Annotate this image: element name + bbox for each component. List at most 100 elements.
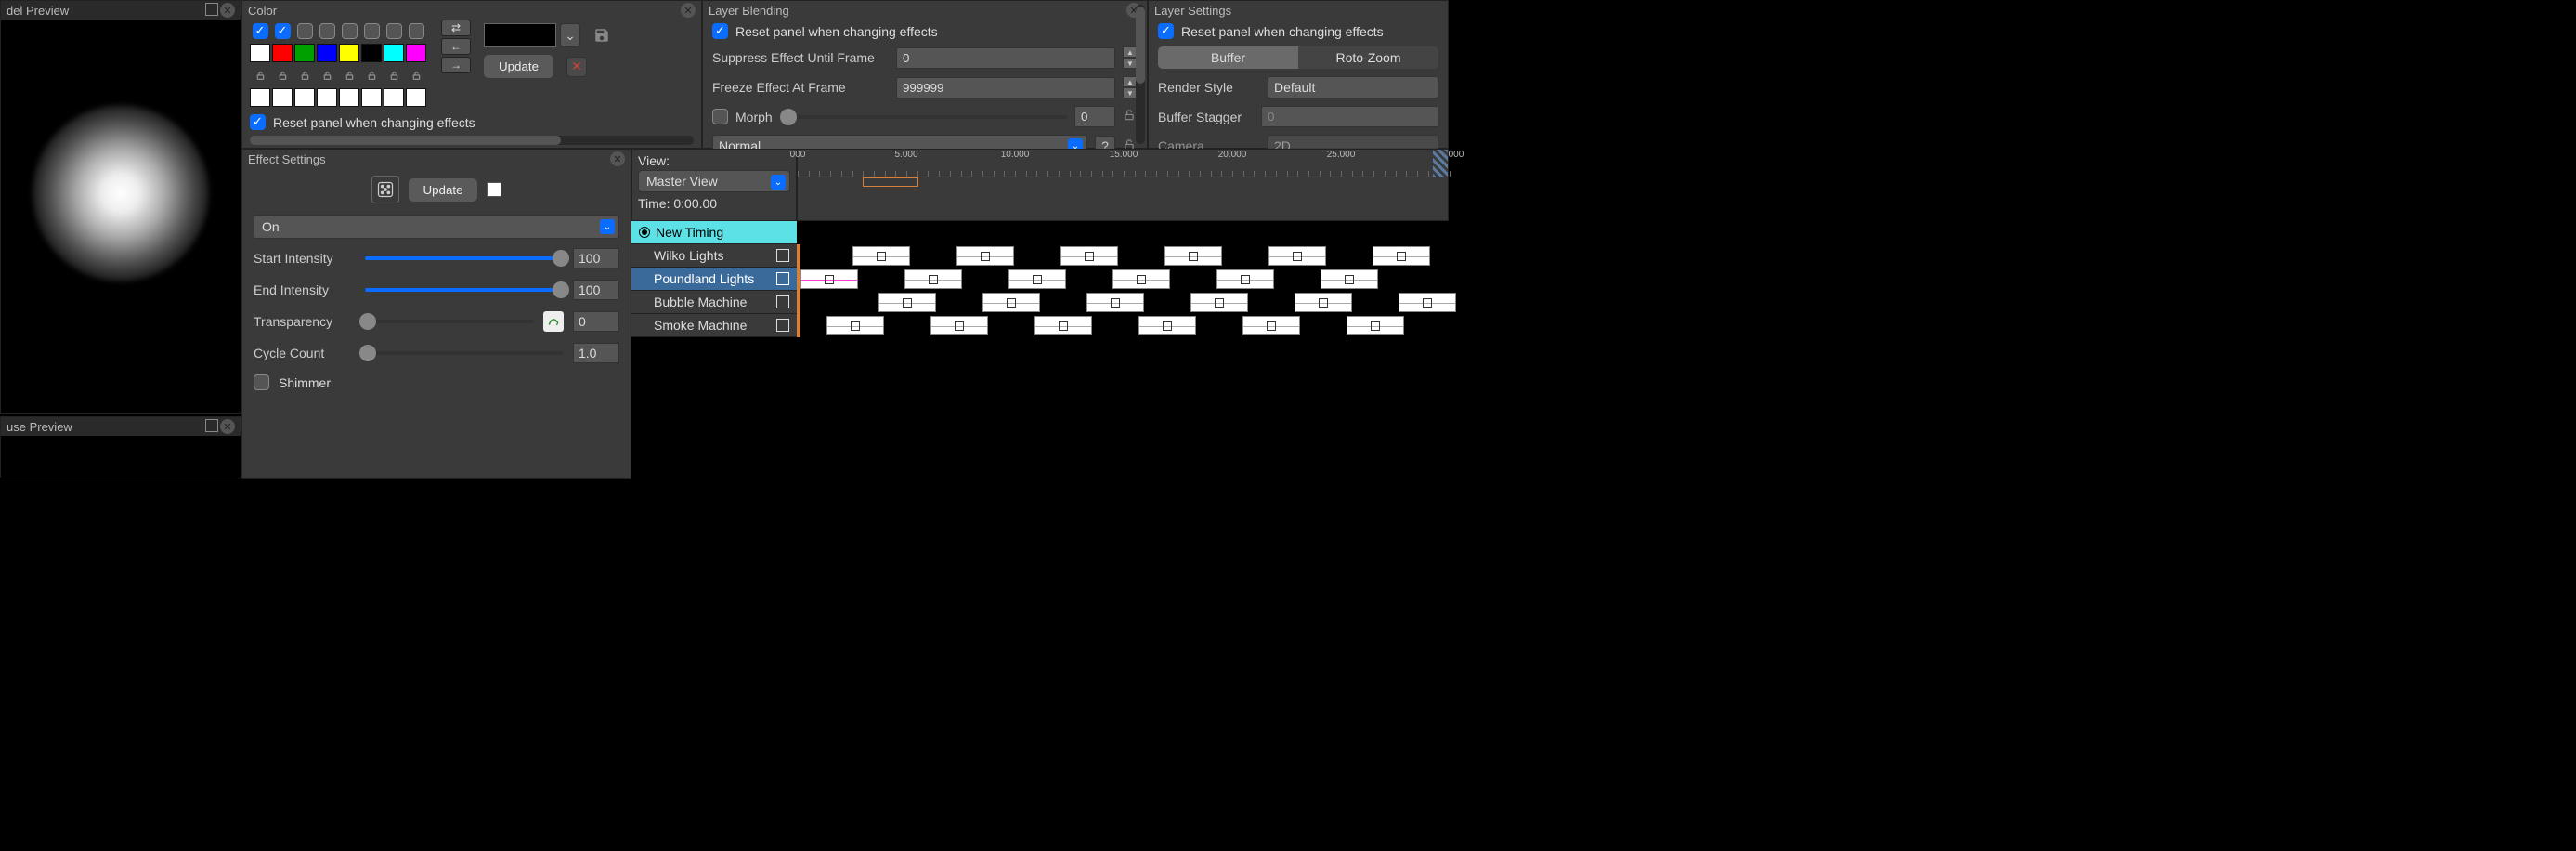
color-swatch-4[interactable]: [339, 44, 359, 62]
effect-clip[interactable]: [1321, 269, 1378, 289]
color-enable-checkbox-6[interactable]: [386, 23, 402, 39]
color-hex-input[interactable]: [484, 23, 556, 47]
color-swatch-6[interactable]: [384, 44, 404, 62]
effect-clip[interactable]: [956, 246, 1014, 266]
link-curve-icon[interactable]: [543, 311, 564, 332]
track-color-swatch[interactable]: [776, 295, 789, 308]
color-swatch-alt-3[interactable]: [317, 88, 337, 107]
cycle-count-value[interactable]: 1.0: [573, 343, 619, 363]
effect-clip[interactable]: [982, 293, 1040, 312]
lock-icon[interactable]: [384, 66, 404, 85]
effect-clip[interactable]: [878, 293, 936, 312]
color-swatch-5[interactable]: [361, 44, 382, 62]
effect-clip[interactable]: [930, 316, 988, 335]
start-intensity-value[interactable]: 100: [573, 248, 619, 268]
transparency-slider[interactable]: [365, 320, 534, 323]
tab-buffer[interactable]: Buffer: [1158, 46, 1298, 69]
effect-clip[interactable]: [852, 246, 910, 266]
color-update-button[interactable]: Update: [484, 55, 553, 78]
track-color-swatch[interactable]: [776, 249, 789, 262]
effect-clip[interactable]: [1216, 269, 1274, 289]
timeline-tracks[interactable]: New TimingWilko LightsPoundland LightsBu…: [631, 221, 1449, 479]
track-label-wilko lights[interactable]: Wilko Lights: [631, 244, 797, 268]
sequence-end-marker[interactable]: [1433, 150, 1448, 177]
restore-icon[interactable]: [205, 3, 218, 16]
lock-icon[interactable]: [361, 66, 382, 85]
lock-icon[interactable]: [317, 66, 337, 85]
effect-clip[interactable]: [1138, 316, 1196, 335]
lock-icon[interactable]: [294, 66, 315, 85]
track-label-smoke machine[interactable]: Smoke Machine: [631, 314, 797, 337]
morph-value-input[interactable]: [1074, 106, 1115, 127]
effect-update-button[interactable]: Update: [409, 178, 478, 202]
close-icon[interactable]: ✕: [610, 151, 625, 166]
effect-clip[interactable]: [1086, 293, 1144, 312]
effect-clip[interactable]: [1008, 269, 1066, 289]
radio-icon[interactable]: [639, 227, 650, 238]
start-intensity-slider[interactable]: [365, 256, 564, 260]
color-swatch-alt-0[interactable]: [250, 88, 270, 107]
shimmer-checkbox[interactable]: [254, 374, 269, 390]
cycle-count-slider[interactable]: [365, 351, 564, 355]
close-icon[interactable]: ✕: [681, 3, 696, 18]
effect-clip[interactable]: [800, 269, 858, 289]
color-enable-checkbox-3[interactable]: [319, 23, 335, 39]
close-icon[interactable]: ✕: [220, 3, 235, 18]
lock-icon[interactable]: [406, 66, 426, 85]
blend-scrollbar[interactable]: [1136, 5, 1145, 144]
shift-left-icon[interactable]: ←: [441, 38, 471, 55]
color-scrollbar[interactable]: [250, 136, 694, 145]
effect-clip[interactable]: [1268, 246, 1326, 266]
transparency-value[interactable]: 0: [573, 311, 619, 332]
color-swatch-alt-4[interactable]: [339, 88, 359, 107]
playhead-range[interactable]: [863, 177, 918, 187]
color-enable-checkbox-7[interactable]: [409, 23, 424, 39]
effect-clip[interactable]: [1373, 246, 1430, 266]
lock-icon[interactable]: [272, 66, 293, 85]
color-reset-checkbox[interactable]: [250, 114, 266, 130]
track-color-swatch[interactable]: [776, 272, 789, 285]
color-swatch-alt-1[interactable]: [272, 88, 293, 107]
lock-icon[interactable]: [250, 66, 270, 85]
color-enable-checkbox-5[interactable]: [364, 23, 380, 39]
render-style-select[interactable]: Default: [1268, 76, 1438, 98]
end-intensity-slider[interactable]: [365, 288, 564, 292]
color-swatch-alt-6[interactable]: [384, 88, 404, 107]
color-enable-checkbox-1[interactable]: [275, 23, 291, 39]
effect-clip[interactable]: [1399, 293, 1456, 312]
color-dropdown-button[interactable]: ⌄: [560, 23, 580, 47]
lock-icon[interactable]: [339, 66, 359, 85]
restore-icon[interactable]: [205, 419, 218, 432]
effect-clip[interactable]: [1295, 293, 1352, 312]
blend-reset-checkbox[interactable]: [712, 23, 728, 39]
freeze-input[interactable]: [896, 77, 1115, 98]
buffer-stagger-input[interactable]: [1261, 106, 1438, 127]
track-label-new timing[interactable]: New Timing: [631, 221, 797, 244]
tab-roto-zoom[interactable]: Roto-Zoom: [1298, 46, 1438, 69]
color-swatch-3[interactable]: [317, 44, 337, 62]
color-swatch-7[interactable]: [406, 44, 426, 62]
color-swatch-0[interactable]: [250, 44, 270, 62]
color-swatch-1[interactable]: [272, 44, 293, 62]
color-enable-checkbox-4[interactable]: [342, 23, 358, 39]
swap-arrows-icon[interactable]: ⇄: [441, 20, 471, 36]
timeline-ruler[interactable]: 0005.00010.00015.00020.00025.00030.000: [797, 149, 1449, 221]
color-swatch-alt-7[interactable]: [406, 88, 426, 107]
color-enable-checkbox-2[interactable]: [297, 23, 313, 39]
end-intensity-value[interactable]: 100: [573, 280, 619, 300]
track-label-poundland lights[interactable]: Poundland Lights: [631, 268, 797, 291]
save-icon[interactable]: [593, 27, 610, 44]
color-delete-button[interactable]: ✕: [566, 57, 587, 77]
effect-clip[interactable]: [826, 316, 884, 335]
close-icon[interactable]: ✕: [220, 419, 235, 434]
effect-clip[interactable]: [1242, 316, 1300, 335]
effect-clip[interactable]: [1164, 246, 1222, 266]
effect-clip[interactable]: [1060, 246, 1118, 266]
dice-icon[interactable]: [371, 176, 399, 203]
track-label-bubble machine[interactable]: Bubble Machine: [631, 291, 797, 314]
effect-clip[interactable]: [904, 269, 962, 289]
color-enable-checkbox-0[interactable]: [253, 23, 268, 39]
effect-clip[interactable]: [1034, 316, 1092, 335]
settings-reset-checkbox[interactable]: [1158, 23, 1174, 39]
view-select[interactable]: Master View ⌄: [638, 170, 790, 192]
